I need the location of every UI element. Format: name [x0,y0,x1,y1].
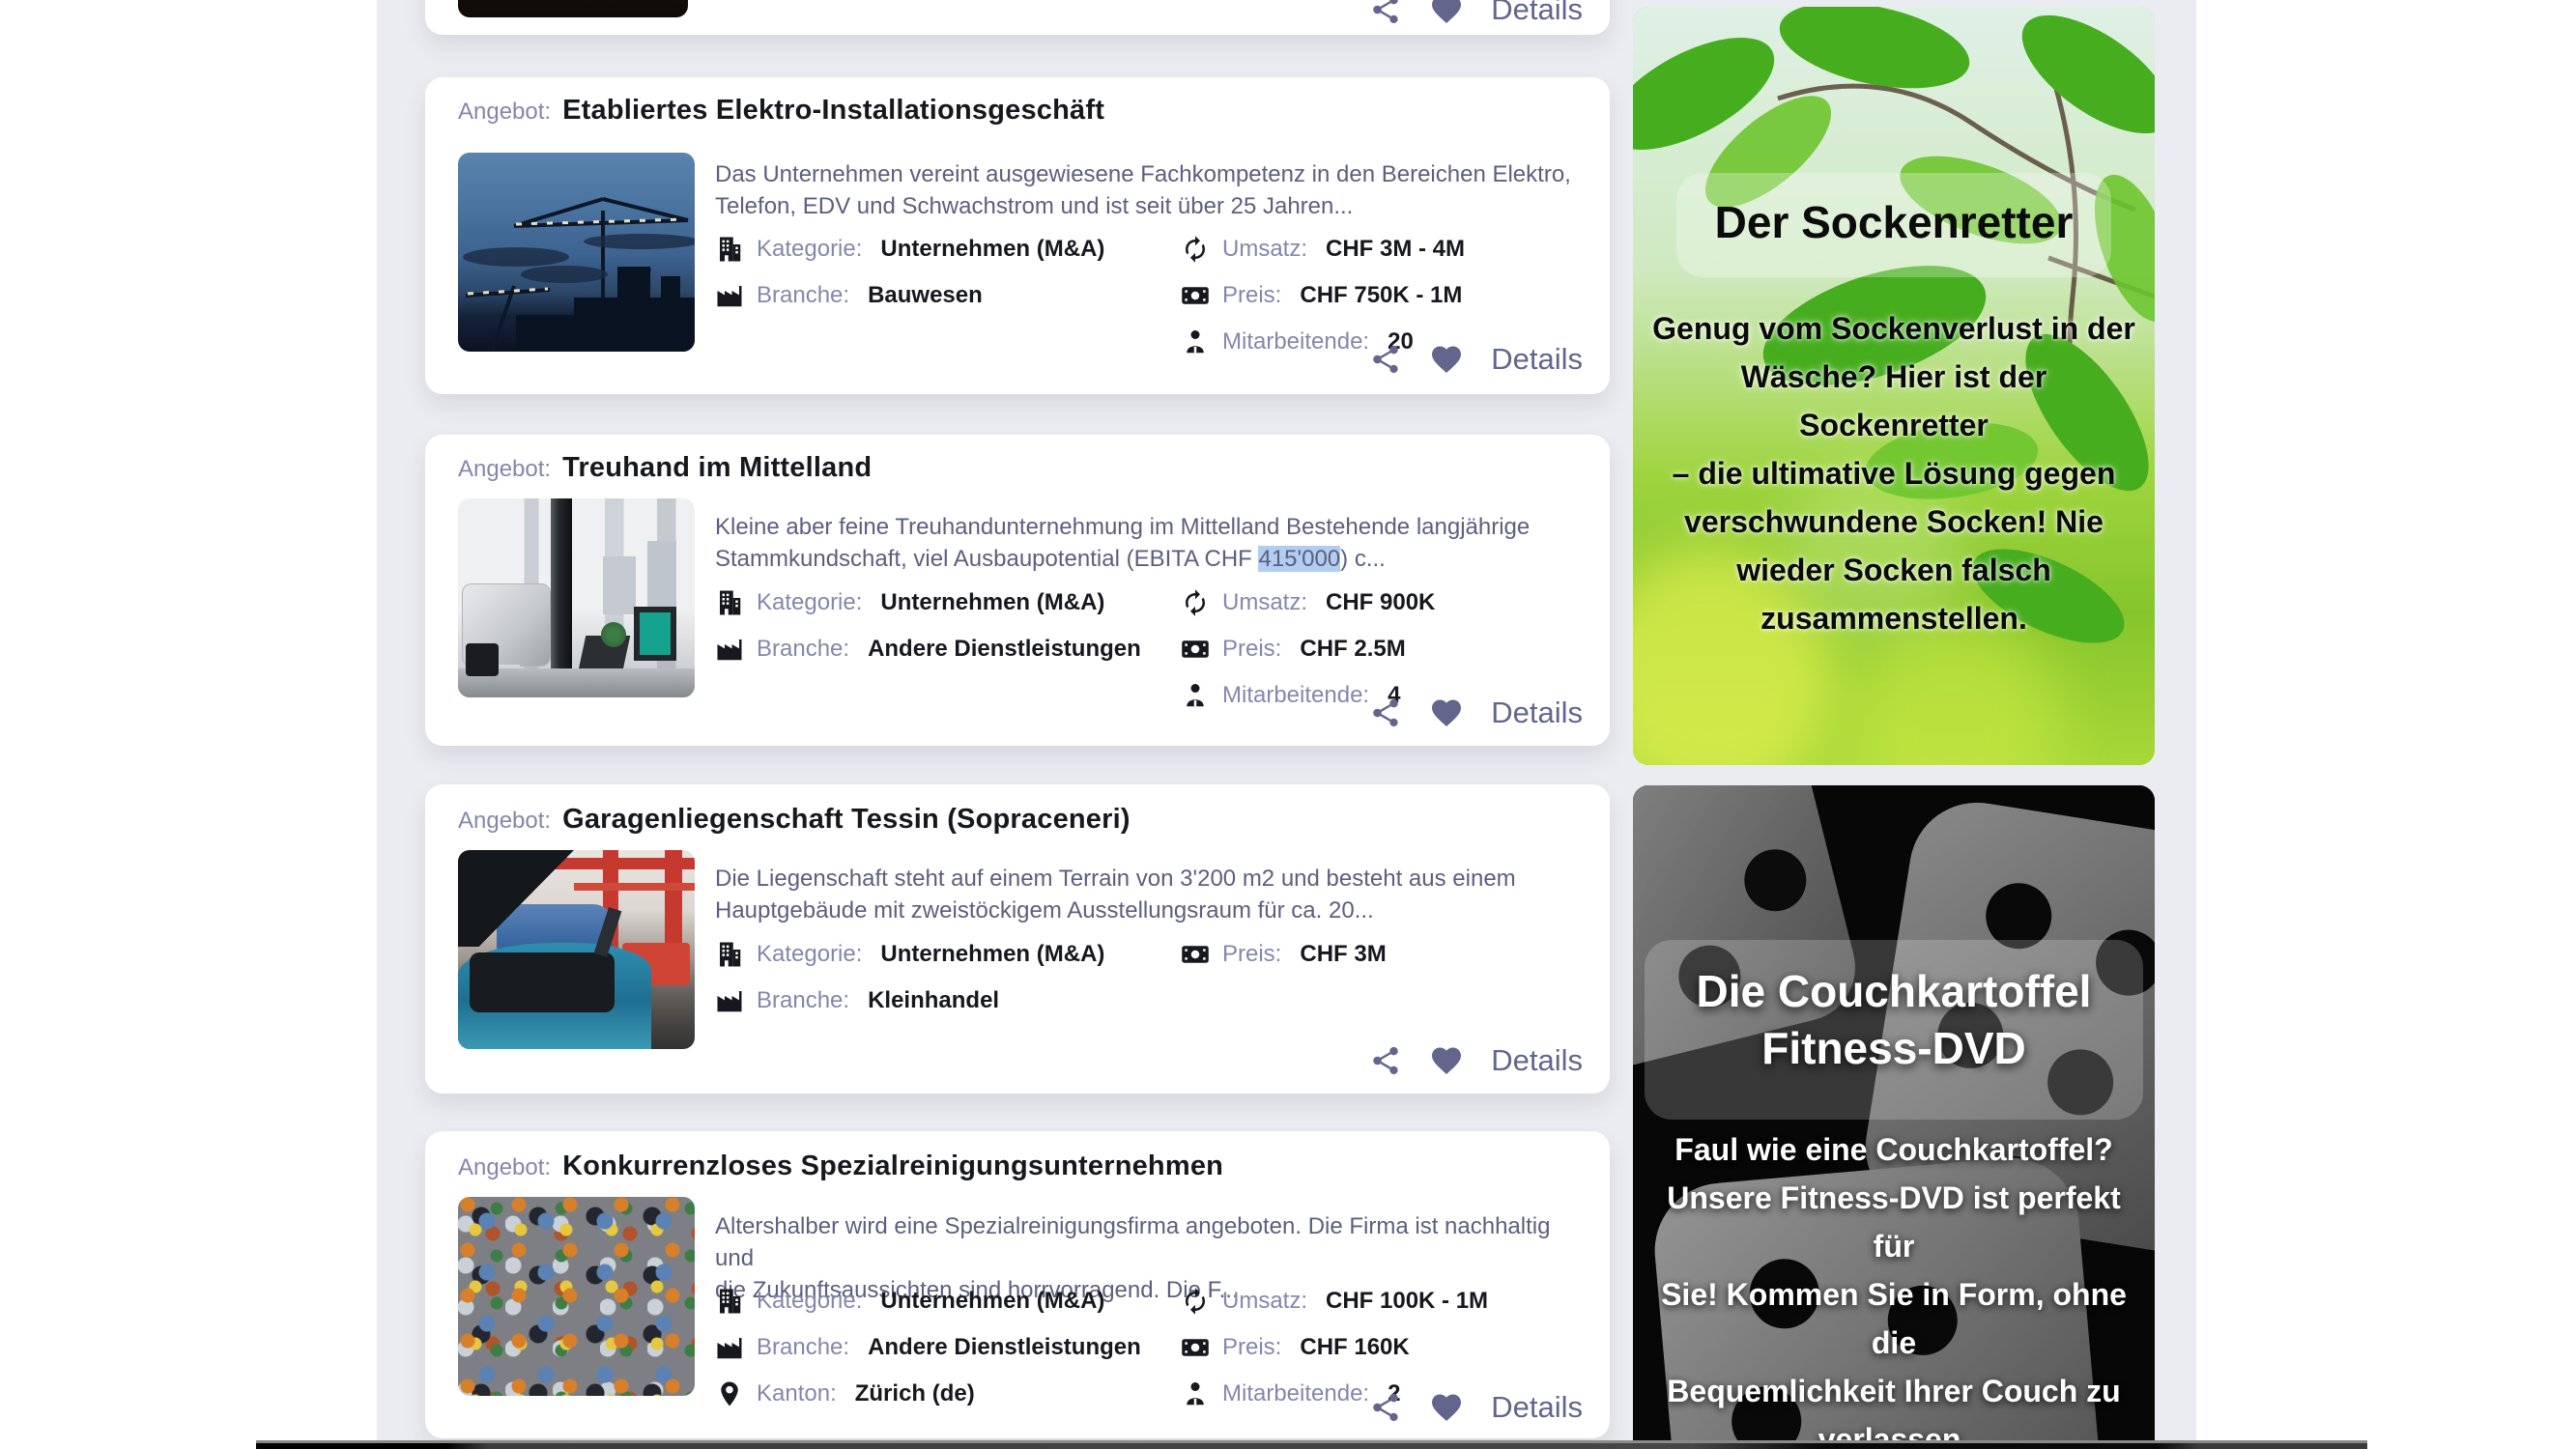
factory-icon [715,986,744,1015]
offer-prefix: Angebot: [458,1154,551,1181]
banknote-icon [1181,1333,1210,1362]
listing-actions: Details [1369,1043,1583,1078]
sync-arrows-icon [1181,588,1210,617]
listing-actions: Details [1369,696,1583,730]
meta-branche: Branche: Andere Dienstleistungen [715,1328,1141,1367]
building-icon [715,235,744,264]
page: Details Angebot: Etabliertes Elektro-Ins… [0,0,2576,1449]
meta-preis: Preis: CHF 750K - 1M [1181,276,1462,315]
details-link[interactable]: Details [1491,1390,1583,1425]
footer-top-edge [256,1440,2367,1449]
listing-actions: Details [1369,342,1583,377]
banknote-icon [1181,940,1210,969]
meta-branche: Branche: Andere Dienstleistungen [715,630,1141,668]
listing-thumbnail [458,1197,695,1396]
banknote-icon [1181,635,1210,664]
heart-icon[interactable] [1429,0,1464,27]
listing-title: Treuhand im Mittelland [562,452,872,484]
ad-body: Faul wie eine Couchkartoffel?Unsere Fitn… [1646,1125,2141,1441]
listing-card: Angebot: Konkurrenzloses Spezialreinigun… [425,1131,1610,1438]
meta-branche: Branche: Bauwesen [715,276,983,315]
share-nodes-icon[interactable] [1369,1391,1402,1424]
details-link[interactable]: Details [1491,0,1583,27]
share-nodes-icon[interactable] [1369,343,1402,376]
share-nodes-icon[interactable] [1369,1044,1402,1077]
person-icon [1181,1379,1210,1408]
meta-preis: Preis: CHF 2.5M [1181,630,1406,668]
meta-preis: Preis: CHF 3M [1181,935,1387,974]
ad-title: Die Couchkartoffel Fitness-DVD [1633,963,2155,1077]
listing-thumbnail [458,498,695,697]
meta-mitarbeitende: Mitarbeitende: 2 [1181,1375,1400,1413]
factory-icon [715,1333,744,1362]
ad-title: Der Sockenretter [1633,196,2155,248]
building-icon [715,940,744,969]
meta-umsatz: Umsatz: CHF 3M - 4M [1181,230,1465,269]
meta-preis: Preis: CHF 160K [1181,1328,1410,1367]
heart-icon[interactable] [1429,1043,1464,1078]
meta-kategorie: Kategorie: Unternehmen (M&A) [715,230,1104,269]
listing-description: Kleine aber feine Treuhandunternehmung i… [715,511,1585,575]
person-icon [1181,327,1210,356]
offer-prefix: Angebot: [458,99,551,126]
factory-icon [715,635,744,664]
person-icon [1181,681,1210,710]
heart-icon[interactable] [1429,342,1464,377]
offer-prefix: Angebot: [458,456,551,483]
meta-kanton: Kanton: Zürich (de) [715,1375,975,1413]
listing-actions: Details [1369,0,1583,27]
heart-icon[interactable] [1429,1390,1464,1425]
listing-card-partial: Details [425,0,1610,35]
ad-banner-sockenretter[interactable]: Der Sockenretter Genug vom Sockenverlust… [1633,7,2155,765]
selection-highlight: 415'000 [1258,546,1340,572]
sync-arrows-icon [1181,1287,1210,1316]
listing-title: Konkurrenzloses Spezialreinigungsunterne… [562,1151,1223,1182]
building-icon [715,588,744,617]
listing-thumbnail [458,0,688,17]
meta-umsatz: Umsatz: CHF 100K - 1M [1181,1282,1488,1321]
share-nodes-icon[interactable] [1369,696,1402,729]
ad-banner-couchkartoffel[interactable]: Die Couchkartoffel Fitness-DVD Faul wie … [1633,785,2155,1441]
listing-title: Garagenliegenschaft Tessin (Sopraceneri) [562,804,1131,836]
listing-actions: Details [1369,1390,1583,1425]
listing-card: Angebot: Garagenliegenschaft Tessin (Sop… [425,784,1610,1094]
heart-icon[interactable] [1429,696,1464,730]
sync-arrows-icon [1181,235,1210,264]
building-icon [715,1287,744,1316]
meta-branche: Branche: Kleinhandel [715,981,999,1020]
listing-thumbnail [458,850,695,1049]
details-link[interactable]: Details [1491,696,1583,730]
listing-description: Das Unternehmen vereint ausgewiesene Fac… [715,158,1585,222]
share-nodes-icon[interactable] [1369,0,1402,26]
ad-body: Genug vom Sockenverlust in derWäsche? Hi… [1652,304,2135,642]
meta-kategorie: Kategorie: Unternehmen (M&A) [715,935,1104,974]
meta-kategorie: Kategorie: Unternehmen (M&A) [715,1282,1104,1321]
listing-thumbnail [458,153,695,352]
details-link[interactable]: Details [1491,342,1583,377]
listing-card: Angebot: Etabliertes Elektro-Installatio… [425,77,1610,394]
listing-description: Die Liegenschaft steht auf einem Terrain… [715,863,1585,926]
meta-kategorie: Kategorie: Unternehmen (M&A) [715,583,1104,622]
listing-title: Etabliertes Elektro-Installationsgeschäf… [562,95,1104,127]
map-pin-icon [715,1379,744,1408]
offer-prefix: Angebot: [458,808,551,835]
details-link[interactable]: Details [1491,1043,1583,1078]
meta-mitarbeitende: Mitarbeitende: 4 [1181,676,1400,715]
factory-icon [715,281,744,310]
meta-umsatz: Umsatz: CHF 900K [1181,583,1435,622]
banknote-icon [1181,281,1210,310]
listing-card: Angebot: Treuhand im Mittelland Kleine a… [425,435,1610,746]
